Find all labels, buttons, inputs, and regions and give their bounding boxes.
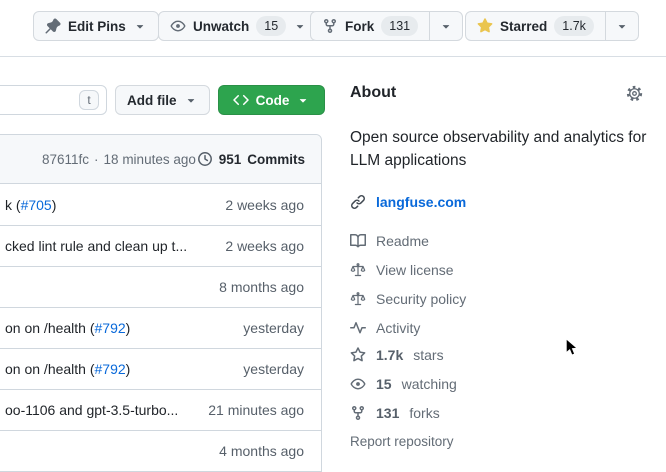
repo-fork-icon [322, 18, 338, 34]
commits-history-link[interactable]: 951 Commits [197, 151, 305, 167]
code-button[interactable]: Code [218, 85, 325, 115]
table-row[interactable]: 8 months ago [0, 266, 321, 307]
activity-label: Activity [376, 320, 420, 336]
add-file-button[interactable]: Add file [115, 85, 210, 115]
issue-link[interactable]: #792 [95, 361, 126, 377]
watchers-count-badge: 15 [256, 16, 286, 36]
activity-link[interactable]: Activity [350, 313, 466, 342]
law-scales-icon [350, 291, 366, 307]
commit-message[interactable]: k (#705) [5, 197, 56, 213]
mouse-cursor [565, 338, 579, 358]
stars-label: stars [413, 347, 443, 363]
repo-description: Open source observability and analytics … [350, 126, 650, 172]
commit-date[interactable]: 2 weeks ago [225, 238, 304, 254]
issue-link[interactable]: #792 [95, 320, 126, 336]
activity-pulse-icon [350, 320, 366, 336]
chevron-down-icon [184, 93, 198, 107]
about-links: Readme View license Security policy Acti… [350, 226, 466, 342]
forks-label: forks [409, 405, 439, 421]
commit-sha: 87611fc [42, 152, 89, 167]
keyboard-shortcut-hint: t [79, 90, 99, 110]
table-row[interactable]: on on /health (#792) yesterday [0, 307, 321, 348]
latest-commit-meta[interactable]: 87611fc · 18 minutes ago [42, 152, 196, 167]
latest-commit-bar: 87611fc · 18 minutes ago 951 Commits [0, 135, 321, 184]
security-policy-label: Security policy [376, 291, 466, 307]
commit-date[interactable]: 4 months ago [219, 443, 304, 459]
website-link[interactable]: langfuse.com [376, 194, 466, 210]
about-stats: 1.7k stars 15 watching 131 forks [350, 340, 457, 427]
about-sidebar: About Open source observability and anal… [350, 0, 650, 468]
law-scales-icon [350, 262, 366, 278]
commit-date[interactable]: yesterday [243, 361, 304, 377]
website-row: langfuse.com [350, 194, 466, 210]
security-policy-link[interactable]: Security policy [350, 284, 466, 313]
eye-icon [350, 376, 366, 392]
edit-pins-button[interactable]: Edit Pins [33, 11, 159, 41]
commit-message[interactable]: on on /health (#792) [5, 320, 130, 336]
table-row[interactable]: oo-1106 and gpt-3.5-turbo... 21 minutes … [0, 389, 321, 430]
pin-icon [45, 18, 61, 34]
watching-link[interactable]: 15 watching [350, 369, 457, 398]
commits-label: Commits [247, 152, 305, 167]
commit-message[interactable]: on on /health (#792) [5, 361, 130, 377]
commit-date[interactable]: 8 months ago [219, 279, 304, 295]
add-file-label: Add file [127, 93, 177, 108]
watching-count: 15 [376, 376, 392, 392]
unwatch-label: Unwatch [193, 19, 249, 34]
chevron-down-icon [296, 93, 310, 107]
view-license-label: View license [376, 262, 454, 278]
book-icon [350, 233, 366, 249]
star-outline-icon [350, 347, 366, 363]
commit-message[interactable]: oo-1106 and gpt-3.5-turbo... [5, 402, 178, 418]
stars-count: 1.7k [376, 347, 403, 363]
issue-link[interactable]: #705 [21, 197, 52, 213]
commit-date[interactable]: 2 weeks ago [225, 197, 304, 213]
link-chain-icon [350, 194, 366, 210]
table-row[interactable]: k (#705) 2 weeks ago [0, 184, 321, 225]
forks-count: 131 [376, 405, 399, 421]
report-repository-link[interactable]: Report repository [350, 434, 454, 449]
gear-icon[interactable] [626, 85, 643, 102]
code-icon [233, 92, 249, 108]
readme-label: Readme [376, 233, 429, 249]
edit-pins-label: Edit Pins [68, 19, 126, 34]
forks-link[interactable]: 131 forks [350, 398, 457, 427]
github-repo-page: Edit Pins Unwatch 15 Fork 131 [0, 0, 666, 468]
code-label: Code [256, 93, 290, 108]
eye-icon [170, 18, 186, 34]
watching-label: watching [402, 376, 457, 392]
table-row[interactable]: on on /health (#792) yesterday [0, 348, 321, 389]
commit-time: 18 minutes ago [104, 152, 196, 167]
repo-fork-icon [350, 405, 366, 421]
file-browser-table: 87611fc · 18 minutes ago 951 Commits k (… [0, 134, 322, 472]
chevron-down-icon [133, 19, 147, 33]
unwatch-button[interactable]: Unwatch 15 [158, 11, 319, 41]
commits-count: 951 [219, 152, 242, 167]
commit-date[interactable]: yesterday [243, 320, 304, 336]
table-row[interactable]: cked lint rule and clean up t... 2 weeks… [0, 225, 321, 266]
commit-date[interactable]: 21 minutes ago [208, 402, 304, 418]
stars-link[interactable]: 1.7k stars [350, 340, 457, 369]
history-clock-icon [197, 151, 213, 167]
about-heading: About [350, 84, 396, 102]
commit-message[interactable]: cked lint rule and clean up t... [5, 238, 187, 254]
chevron-down-icon [293, 19, 307, 33]
separator-dot: · [94, 152, 99, 167]
readme-link[interactable]: Readme [350, 226, 466, 255]
table-row[interactable]: 4 months ago [0, 430, 321, 471]
view-license-link[interactable]: View license [350, 255, 466, 284]
go-to-file-input[interactable]: t [0, 85, 107, 115]
